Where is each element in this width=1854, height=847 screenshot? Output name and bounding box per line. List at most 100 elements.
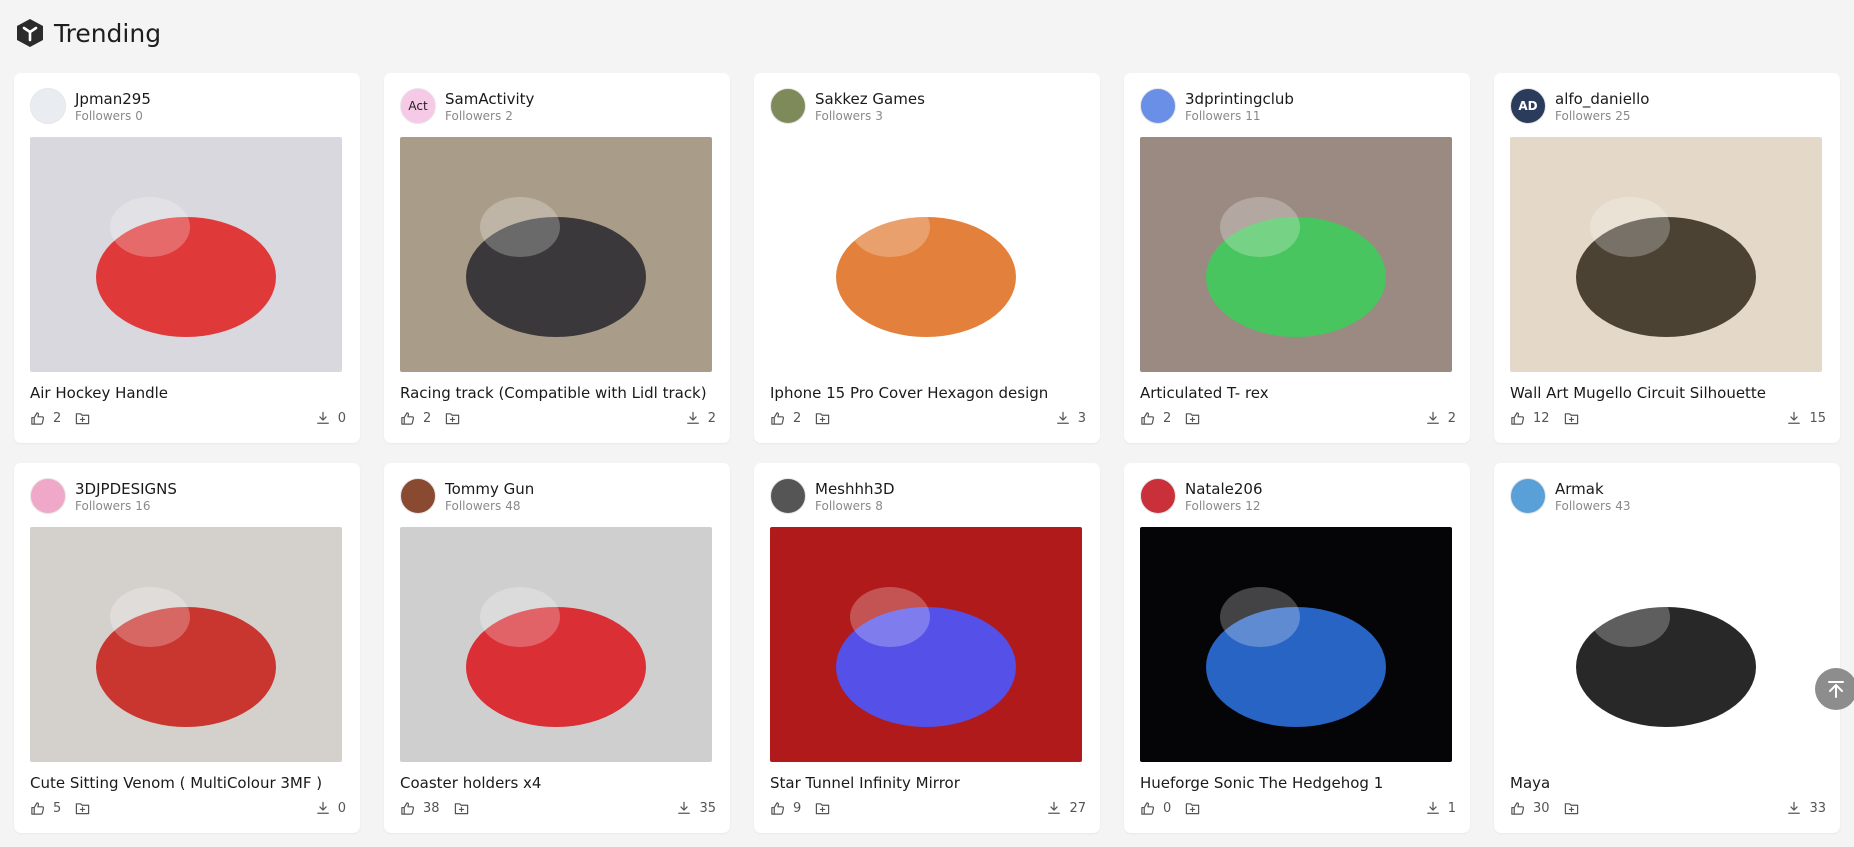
like-button[interactable]: 38 (400, 801, 440, 816)
model-card[interactable]: 3DJPDESIGNS Followers 16 Cute Sitting Ven… (14, 463, 360, 833)
download-button[interactable]: 1 (1426, 801, 1456, 816)
author-name[interactable]: Tommy Gun (445, 480, 534, 498)
model-card[interactable]: Jpman295 Followers0 Air Hockey Handle 2 (14, 73, 360, 443)
card-author[interactable]: Jpman295 Followers 0 (30, 88, 151, 124)
model-thumbnail[interactable] (1510, 137, 1822, 372)
card-author[interactable]: Natale206 Followers 12 (1140, 478, 1263, 514)
model-title[interactable]: Cute Sitting Venom ( MultiColour 3MF ) (30, 774, 322, 792)
author-name[interactable]: Jpman295 (75, 90, 151, 108)
avatar[interactable] (1510, 478, 1546, 514)
model-card[interactable]: Tommy Gun Followers 48 Coaster holders x4… (384, 463, 730, 833)
card-author[interactable]: Sakkez Games Followers 3 (770, 88, 925, 124)
model-thumbnail[interactable] (400, 527, 712, 762)
collect-button[interactable] (454, 801, 469, 816)
model-title[interactable]: Articulated T- rex (1140, 384, 1269, 402)
like-button[interactable]: 2 (400, 411, 431, 426)
model-card[interactable]: Armak Followers 43 Maya 30 33 (1494, 463, 1840, 833)
download-button[interactable]: 35 (677, 801, 716, 816)
author-name[interactable]: Sakkez Games (815, 90, 925, 108)
like-count: 2 (1163, 410, 1172, 426)
avatar[interactable] (30, 88, 66, 124)
download-button[interactable]: 27 (1047, 801, 1086, 816)
model-thumbnail[interactable] (30, 527, 342, 762)
card-author[interactable]: Tommy Gun Followers 48 (400, 478, 534, 514)
card-author[interactable]: 3dprintingclub Followers 11 (1140, 88, 1294, 124)
model-thumbnail[interactable] (400, 137, 712, 372)
download-count: 35 (699, 800, 716, 816)
download-button[interactable]: 2 (686, 411, 716, 426)
collect-button[interactable] (1564, 411, 1579, 426)
thumbnail-image (770, 137, 1082, 372)
collect-button[interactable] (75, 801, 90, 816)
author-name[interactable]: 3dprintingclub (1185, 90, 1294, 108)
model-title[interactable]: Wall Art Mugello Circuit Silhouette (1510, 384, 1766, 402)
model-title[interactable]: Star Tunnel Infinity Mirror (770, 774, 960, 792)
like-button[interactable]: 5 (30, 801, 61, 816)
avatar[interactable] (1140, 88, 1176, 124)
model-title[interactable]: Iphone 15 Pro Cover Hexagon design (770, 384, 1048, 402)
card-author[interactable]: 3DJPDESIGNS Followers 16 (30, 478, 177, 514)
model-thumbnail[interactable] (1140, 527, 1452, 762)
avatar[interactable] (770, 88, 806, 124)
download-button[interactable]: 0 (316, 801, 346, 816)
author-name[interactable]: Armak (1555, 480, 1631, 498)
model-title[interactable]: Air Hockey Handle (30, 384, 168, 402)
collect-button[interactable] (815, 801, 830, 816)
avatar[interactable]: AD (1510, 88, 1546, 124)
author-name[interactable]: alfo_daniello (1555, 90, 1649, 108)
like-button[interactable]: 0 (1140, 801, 1171, 816)
model-title[interactable]: Coaster holders x4 (400, 774, 541, 792)
back-to-top-button[interactable] (1815, 668, 1854, 710)
collect-button[interactable] (1564, 801, 1579, 816)
followers-label: Followers (75, 498, 132, 513)
like-button[interactable]: 30 (1510, 801, 1550, 816)
model-card[interactable]: AD alfo_daniello Followers 25 Wall Art Mu… (1494, 73, 1840, 443)
model-card[interactable]: Natale206 Followers 12 Hueforge Sonic The… (1124, 463, 1470, 833)
model-title[interactable]: Maya (1510, 774, 1550, 792)
model-thumbnail[interactable] (770, 527, 1082, 762)
followers-count: Followers 11 (1185, 109, 1294, 123)
avatar[interactable] (1140, 478, 1176, 514)
author-name[interactable]: Meshhh3D (815, 480, 895, 498)
like-button[interactable]: 9 (770, 801, 801, 816)
card-author[interactable]: Armak Followers 43 (1510, 478, 1631, 514)
like-button[interactable]: 12 (1510, 411, 1550, 426)
like-button[interactable]: 2 (30, 411, 61, 426)
collect-button[interactable] (75, 411, 90, 426)
avatar[interactable] (770, 478, 806, 514)
collect-button[interactable] (1185, 411, 1200, 426)
avatar[interactable] (30, 478, 66, 514)
thumbs-up-icon (1141, 801, 1155, 815)
collect-button[interactable] (1185, 801, 1200, 816)
model-title[interactable]: Racing track (Compatible with Lidl track… (400, 384, 707, 402)
card-author[interactable]: Meshhh3D Followers 8 (770, 478, 895, 514)
collect-button[interactable] (815, 411, 830, 426)
download-button[interactable]: 15 (1787, 411, 1826, 426)
author-name[interactable]: 3DJPDESIGNS (75, 480, 177, 498)
card-author[interactable]: AD alfo_daniello Followers 25 (1510, 88, 1649, 124)
avatar[interactable]: Act (400, 88, 436, 124)
like-button[interactable]: 2 (1140, 411, 1171, 426)
card-stats: 38 35 (400, 799, 716, 817)
model-thumbnail[interactable] (1510, 527, 1822, 762)
model-card[interactable]: Sakkez Games Followers 3 Iphone 15 Pro Co… (754, 73, 1100, 443)
author-name[interactable]: SamActivity (445, 90, 534, 108)
model-card[interactable]: Act SamActivity Followers 2 Racing track … (384, 73, 730, 443)
model-title[interactable]: Hueforge Sonic The Hedgehog 1 (1140, 774, 1383, 792)
download-button[interactable]: 33 (1787, 801, 1826, 816)
model-thumbnail[interactable] (770, 137, 1082, 372)
page-header: Trending (16, 16, 161, 50)
collect-button[interactable] (445, 411, 460, 426)
model-thumbnail[interactable] (30, 137, 342, 372)
author-name[interactable]: Natale206 (1185, 480, 1263, 498)
like-button[interactable]: 2 (770, 411, 801, 426)
download-button[interactable]: 2 (1426, 411, 1456, 426)
avatar[interactable] (400, 478, 436, 514)
model-thumbnail[interactable] (1140, 137, 1452, 372)
download-button[interactable]: 0 (316, 411, 346, 426)
model-card[interactable]: Meshhh3D Followers 8 Star Tunnel Infinity… (754, 463, 1100, 833)
card-author[interactable]: Act SamActivity Followers 2 (400, 88, 534, 124)
model-card[interactable]: 3dprintingclub Followers 11 Articulated T… (1124, 73, 1470, 443)
download-button[interactable]: 3 (1056, 411, 1086, 426)
followers-value: 8 (875, 498, 883, 513)
